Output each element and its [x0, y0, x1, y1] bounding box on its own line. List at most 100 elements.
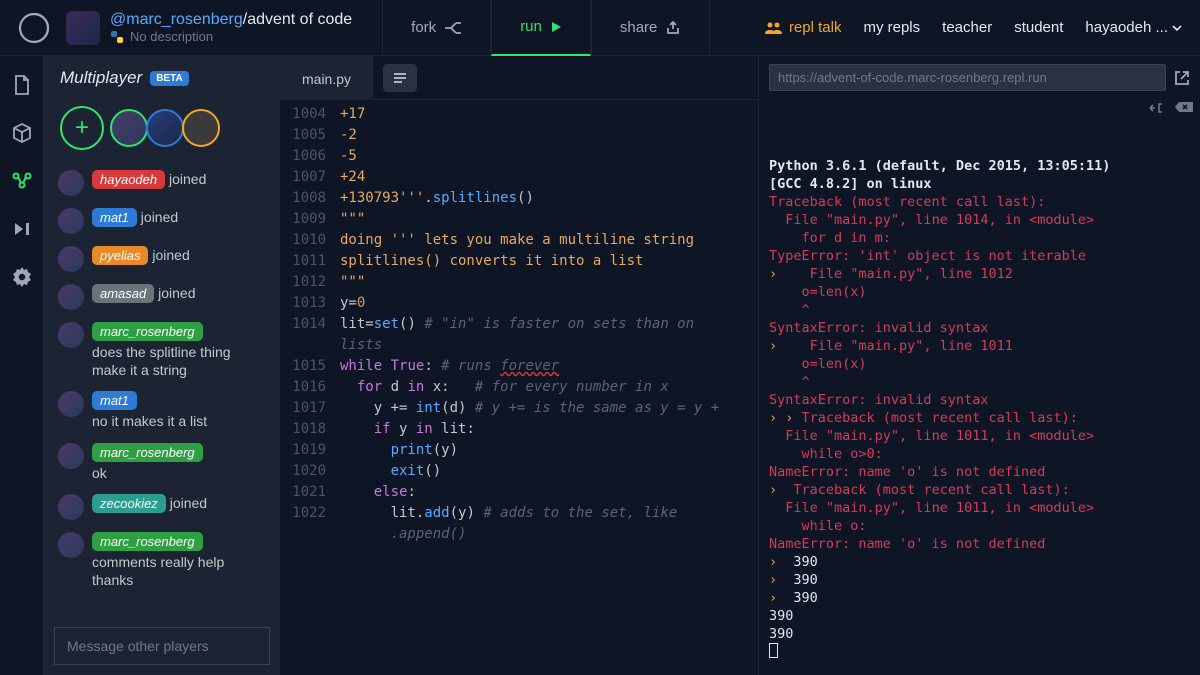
console-line: SyntaxError: invalid syntax [769, 391, 1190, 409]
console-line: o=len(x) [769, 283, 1190, 301]
user-pill[interactable]: pyelias [92, 246, 148, 265]
console-line: File "main.py", line 1011, in <module> [769, 499, 1190, 517]
nav-my-repls[interactable]: my repls [863, 19, 920, 36]
user-pill[interactable]: marc_rosenberg [92, 322, 203, 341]
console-output[interactable]: Python 3.6.1 (default, Dec 2015, 13:05:1… [759, 99, 1200, 675]
feed-item: hayaodeh joined [54, 164, 270, 202]
console-line: while o: [769, 517, 1190, 535]
console-line: 390 [769, 625, 1190, 643]
console-line: › › Traceback (most recent call last): [769, 409, 1190, 427]
user-pill[interactable]: marc_rosenberg [92, 532, 203, 551]
console-line: File "main.py", line 1014, in <module> [769, 211, 1190, 229]
open-external-icon[interactable] [1174, 70, 1190, 86]
console-line: › 390 [769, 553, 1190, 571]
code-line[interactable]: -2 [340, 125, 758, 146]
code-line[interactable]: splitlines() converts it into a list [340, 251, 758, 272]
share-icon [665, 21, 681, 35]
console-expand-icon[interactable] [1148, 101, 1164, 115]
fork-button[interactable]: fork [382, 0, 491, 56]
feed-action: joined [165, 171, 206, 187]
console-line: while o>0: [769, 445, 1190, 463]
code-line[interactable]: lists [340, 335, 758, 356]
user-pill[interactable]: mat1 [92, 208, 137, 227]
console-line: o=len(x) [769, 355, 1190, 373]
console-line: 390 [769, 607, 1190, 625]
nav-teacher[interactable]: teacher [942, 19, 992, 36]
console-line: › 390 [769, 589, 1190, 607]
code-line[interactable]: """ [340, 272, 758, 293]
play-icon [550, 21, 562, 33]
console-line: TypeError: 'int' object is not iterable [769, 247, 1190, 265]
code-line[interactable]: y=0 [340, 293, 758, 314]
player-avatar[interactable] [182, 109, 220, 147]
feed-avatar [58, 532, 84, 558]
fork-icon [444, 21, 462, 35]
user-pill[interactable]: hayaodeh [92, 170, 165, 189]
user-menu[interactable]: hayaodeh ... [1085, 19, 1182, 36]
code-line[interactable]: exit() [340, 461, 758, 482]
code-line[interactable]: -5 [340, 146, 758, 167]
multiplayer-feed: hayaodeh joinedmat1 joinedpyelias joined… [54, 164, 270, 619]
console-line: Traceback (most recent call last): [769, 193, 1190, 211]
console-panel: https://advent-of-code.marc-rosenberg.re… [758, 56, 1200, 675]
feed-message: ok [92, 464, 203, 482]
code-line[interactable]: +24 [340, 167, 758, 188]
people-icon [765, 21, 783, 35]
user-pill[interactable]: mat1 [92, 391, 137, 410]
code-line[interactable]: while True: # runs forever [340, 356, 758, 377]
text-icon [392, 71, 408, 85]
code-line[interactable]: else: [340, 482, 758, 503]
run-button[interactable]: run [491, 0, 591, 56]
feed-avatar [58, 170, 84, 196]
code-line[interactable]: lit=set() # "in" is faster on sets than … [340, 314, 758, 335]
user-pill[interactable]: marc_rosenberg [92, 443, 203, 462]
file-tab[interactable]: main.py [280, 56, 373, 100]
code-line[interactable]: .append() [340, 524, 758, 545]
code-line[interactable]: +17 [340, 104, 758, 125]
code-line[interactable]: +130793'''.splitlines() [340, 188, 758, 209]
feed-item: marc_rosenberg comments really help thank… [54, 526, 270, 595]
add-player-button[interactable]: + [60, 106, 104, 150]
user-pill[interactable]: zecookiez [92, 494, 166, 513]
nav-student[interactable]: student [1014, 19, 1063, 36]
feed-avatar [58, 494, 84, 520]
console-line: › File "main.py", line 1012 [769, 265, 1190, 283]
debugger-icon[interactable] [11, 218, 33, 240]
nav-repl-talk[interactable]: repl talk [765, 19, 842, 36]
message-input[interactable]: Message other players [54, 627, 270, 665]
code-line[interactable]: """ [340, 209, 758, 230]
feed-message: comments really help thanks [92, 553, 266, 589]
feed-item: mat1 joined [54, 202, 270, 240]
replit-logo[interactable] [16, 10, 52, 46]
code-line[interactable]: doing ''' lets you make a multiline stri… [340, 230, 758, 251]
multiplayer-icon[interactable] [11, 170, 33, 192]
multiplayer-title: Multiplayer [60, 68, 142, 88]
user-pill[interactable]: amasad [92, 284, 154, 303]
code-line[interactable]: print(y) [340, 440, 758, 461]
code-line[interactable]: if y in lit: [340, 419, 758, 440]
code-line[interactable]: lit.add(y) # adds to the set, like [340, 503, 758, 524]
repl-url-input[interactable]: https://advent-of-code.marc-rosenberg.re… [769, 64, 1166, 91]
packages-icon[interactable] [11, 122, 33, 144]
feed-action: joined [137, 209, 178, 225]
code-line[interactable]: for d in x: # for every number in x [340, 377, 758, 398]
console-line: › 390 [769, 571, 1190, 589]
multiplayer-panel: Multiplayer BETA + hayaodeh joinedmat1 j… [44, 56, 280, 675]
side-rail [0, 56, 44, 675]
player-avatar[interactable] [146, 109, 184, 147]
files-icon[interactable] [11, 74, 33, 96]
chevron-down-icon [1172, 25, 1182, 31]
tab-options-button[interactable] [383, 64, 417, 92]
feed-avatar [58, 208, 84, 234]
feed-item: marc_rosenbergok [54, 437, 270, 488]
feed-action: joined [154, 285, 195, 301]
share-button[interactable]: share [591, 0, 711, 56]
console-clear-icon[interactable] [1174, 101, 1194, 115]
project-owner[interactable]: @marc_rosenberg [110, 11, 243, 28]
code-line[interactable]: y += int(d) # y += is the same as y = y … [340, 398, 758, 419]
player-avatar[interactable] [110, 109, 148, 147]
feed-item: pyelias joined [54, 240, 270, 278]
feed-message: no it makes it a list [92, 412, 207, 430]
code-editor[interactable]: 1004100510061007100810091010101110121013… [280, 100, 758, 675]
settings-icon[interactable] [11, 266, 33, 288]
